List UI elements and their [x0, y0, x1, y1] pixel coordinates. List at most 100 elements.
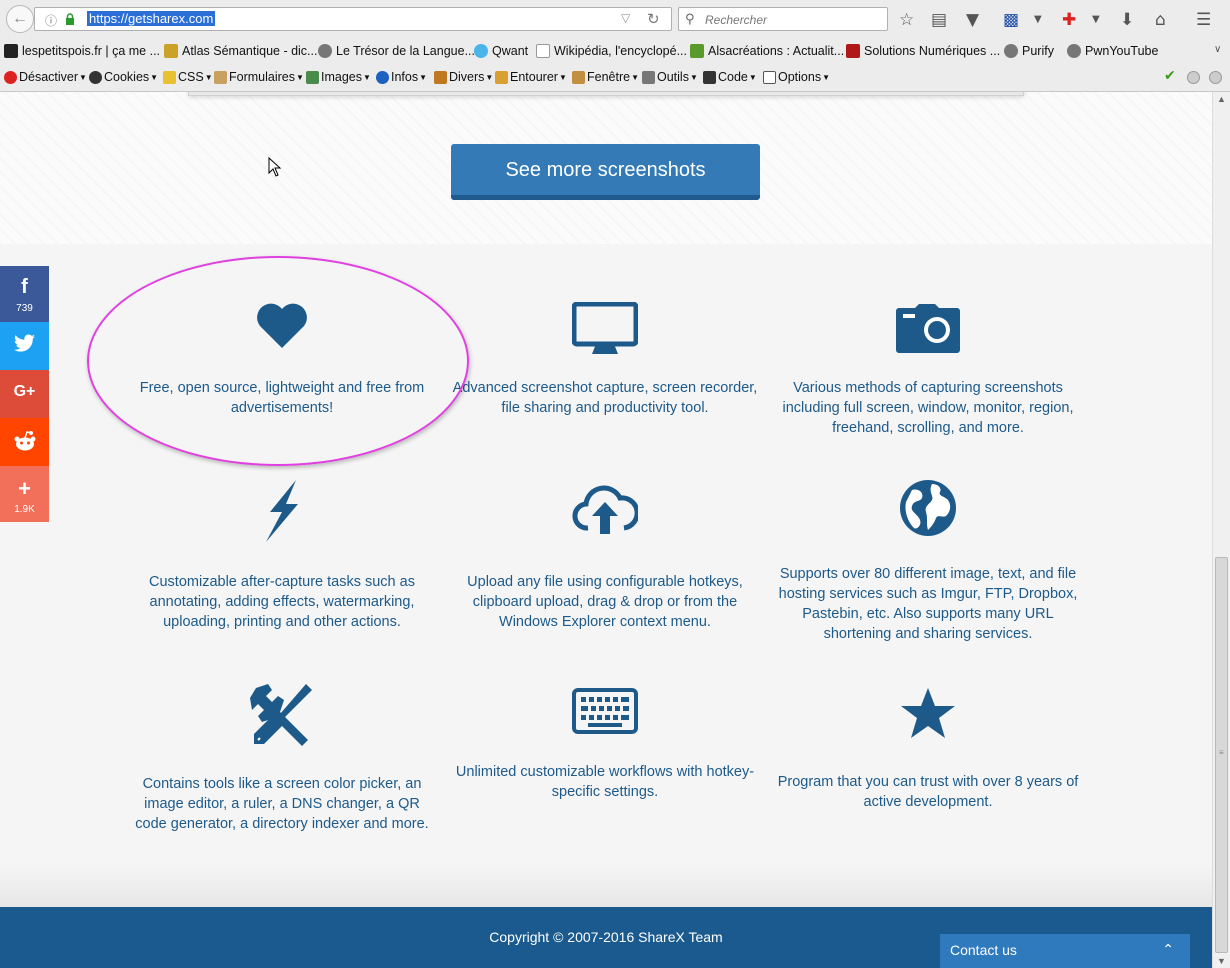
misc-icon	[434, 70, 447, 84]
bookmarks-overflow-icon[interactable]: ∨	[1214, 44, 1221, 55]
devbar-menu-item[interactable]: Options ▼	[763, 70, 830, 84]
devbar-menu-item[interactable]: Divers ▼	[434, 70, 493, 84]
feature-text: Upload any file using configurable hotke…	[467, 574, 743, 630]
page-scrollbar[interactable]: ▲ ≡ ▼	[1212, 92, 1230, 968]
search-icon: ⚲	[685, 11, 695, 26]
feature-text: Unlimited customizable workflows with ho…	[455, 764, 755, 800]
search-bar[interactable]: ⚲ Rechercher	[678, 7, 888, 31]
globe-site-icon	[1004, 44, 1018, 58]
devbar-menu-item[interactable]: Outils ▼	[642, 70, 698, 84]
devbar-menu-item[interactable]: Entourer ▼	[495, 70, 567, 84]
facebook-share-button[interactable]: f 739	[0, 266, 49, 322]
bookmark-star-icon[interactable]: ☆	[899, 10, 914, 30]
bookmark-item[interactable]: Atlas Sémantique - dic...	[164, 44, 317, 58]
reddit-share-button[interactable]	[0, 418, 49, 466]
facebook-icon: f	[21, 276, 28, 298]
feature-text: Supports over 80 different image, text, …	[778, 566, 1078, 642]
feature-upload-files: Upload any file using configurable hotke…	[450, 478, 760, 632]
contact-us-widget[interactable]: Contact us ⌃	[940, 934, 1190, 968]
reddit-icon	[14, 431, 35, 451]
mouse-cursor-icon	[268, 157, 282, 177]
addon-dropdown-icon[interactable]: ▼	[1092, 14, 1100, 25]
tools-small-icon	[642, 70, 655, 84]
browser-chrome: ← ⓘ https://getsharex.com ▽ ↻ ⚲ Recherch…	[0, 0, 1230, 92]
see-more-screenshots-button[interactable]: See more screenshots	[451, 144, 760, 200]
annotation-ellipse	[87, 256, 469, 466]
home-icon[interactable]: ⌂	[1155, 10, 1166, 30]
devbar-menu-item[interactable]: Code ▼	[703, 70, 757, 84]
scroll-up-icon[interactable]: ▲	[1217, 94, 1226, 104]
globe-site-icon	[1067, 44, 1081, 58]
pocket-icon[interactable]: ▼	[966, 10, 979, 30]
bookmark-item[interactable]: Qwant	[474, 44, 528, 58]
disable-icon	[4, 70, 17, 84]
checkmark-icon[interactable]: ✔	[1164, 68, 1176, 84]
bookmark-item[interactable]: Le Trésor de la Langue...	[318, 44, 475, 58]
twitter-share-button[interactable]	[0, 322, 49, 370]
page-viewport: See more screenshots Free, open source, …	[0, 92, 1212, 968]
feature-screenshot-capture: Advanced screenshot capture, screen reco…	[450, 302, 760, 418]
feature-text: Program that you can trust with over 8 y…	[777, 774, 1079, 810]
reload-icon[interactable]: ↻	[647, 10, 660, 28]
devbar-menu-item[interactable]: Cookies ▼	[89, 70, 158, 84]
devbar-menu-item[interactable]: Fenêtre ▼	[572, 70, 639, 84]
lock-icon	[66, 13, 74, 25]
history-dropdown-icon[interactable]: ▽	[621, 11, 630, 25]
search-placeholder: Rechercher	[705, 13, 768, 27]
addon-cross-icon[interactable]: ✚	[1062, 10, 1076, 30]
web-developer-toolbar: Désactiver ▼ Cookies ▼ CSS ▼ Formulaires ▼ I…	[0, 66, 1230, 90]
screenshot-carousel-edge	[188, 92, 1024, 96]
bookmark-item[interactable]: Purify	[1004, 44, 1054, 58]
scrollbar-grip-icon: ≡	[1219, 748, 1224, 757]
menu-icon[interactable]: ☰	[1196, 10, 1211, 30]
save-dropdown-icon[interactable]: ▼	[1034, 14, 1042, 25]
twitter-icon	[13, 334, 35, 352]
feature-text: Various methods of capturing screenshots…	[782, 380, 1074, 436]
reading-list-icon[interactable]: ▤	[931, 10, 947, 30]
contact-us-label: Contact us	[950, 942, 1017, 958]
bookmark-item[interactable]: Alsacréations : Actualit...	[690, 44, 844, 58]
scrollbar-thumb[interactable]: ≡	[1215, 557, 1228, 953]
tools-icon	[250, 684, 312, 746]
back-button[interactable]: ←	[6, 5, 34, 33]
devbar-menu-item[interactable]: Désactiver ▼	[4, 70, 87, 84]
plus-icon: +	[18, 476, 31, 501]
monitor-icon	[572, 302, 638, 354]
footer-shadow	[0, 862, 1212, 907]
star-icon	[901, 688, 955, 738]
css-icon	[163, 70, 176, 84]
feature-text: Contains tools like a screen color picke…	[135, 776, 429, 832]
cloud-upload-icon	[572, 485, 638, 534]
outline-icon	[495, 70, 508, 84]
devbar-menu-item[interactable]: Infos ▼	[376, 70, 427, 84]
feature-tools: Contains tools like a screen color picke…	[127, 682, 437, 834]
feature-text: Advanced screenshot capture, screen reco…	[452, 380, 758, 416]
info-icon[interactable]: ⓘ	[45, 12, 57, 29]
scroll-down-icon[interactable]: ▼	[1217, 956, 1226, 966]
feature-hosting-services: Supports over 80 different image, text, …	[773, 478, 1083, 644]
globe-site-icon	[318, 44, 332, 58]
bookmark-item[interactable]: Solutions Numériques ...	[846, 44, 1000, 58]
facebook-share-count: 739	[16, 303, 33, 314]
keyboard-icon	[572, 688, 638, 734]
devbar-menu-item[interactable]: Images ▼	[306, 70, 371, 84]
bookmark-item[interactable]: PwnYouTube	[1067, 44, 1158, 58]
screenshots-section: See more screenshots	[0, 92, 1212, 244]
bookmark-item[interactable]: Wikipédia, l'encyclopé...	[536, 44, 687, 58]
feature-workflows: Unlimited customizable workflows with ho…	[450, 688, 760, 802]
bookmark-item[interactable]: lespetitspois.fr | ça me ...	[4, 44, 160, 58]
info-circle-icon	[376, 70, 389, 84]
more-share-button[interactable]: + 1.9K	[0, 466, 49, 522]
status-dot-icon[interactable]	[1187, 71, 1200, 84]
camera-icon	[896, 304, 960, 353]
google-plus-share-button[interactable]: G+	[0, 370, 49, 418]
feature-trust: Program that you can trust with over 8 y…	[773, 686, 1083, 812]
download-icon[interactable]: ⬇	[1120, 10, 1134, 30]
url-text[interactable]: https://getsharex.com	[87, 11, 216, 26]
devbar-menu-item[interactable]: Formulaires ▼	[214, 70, 304, 84]
devbar-menu-item[interactable]: CSS ▼	[163, 70, 213, 84]
save-icon[interactable]: ▩	[1003, 10, 1019, 30]
globe-icon	[900, 480, 956, 536]
status-dot-icon[interactable]	[1209, 71, 1222, 84]
address-bar[interactable]: ⓘ https://getsharex.com ▽ ↻	[34, 7, 672, 31]
